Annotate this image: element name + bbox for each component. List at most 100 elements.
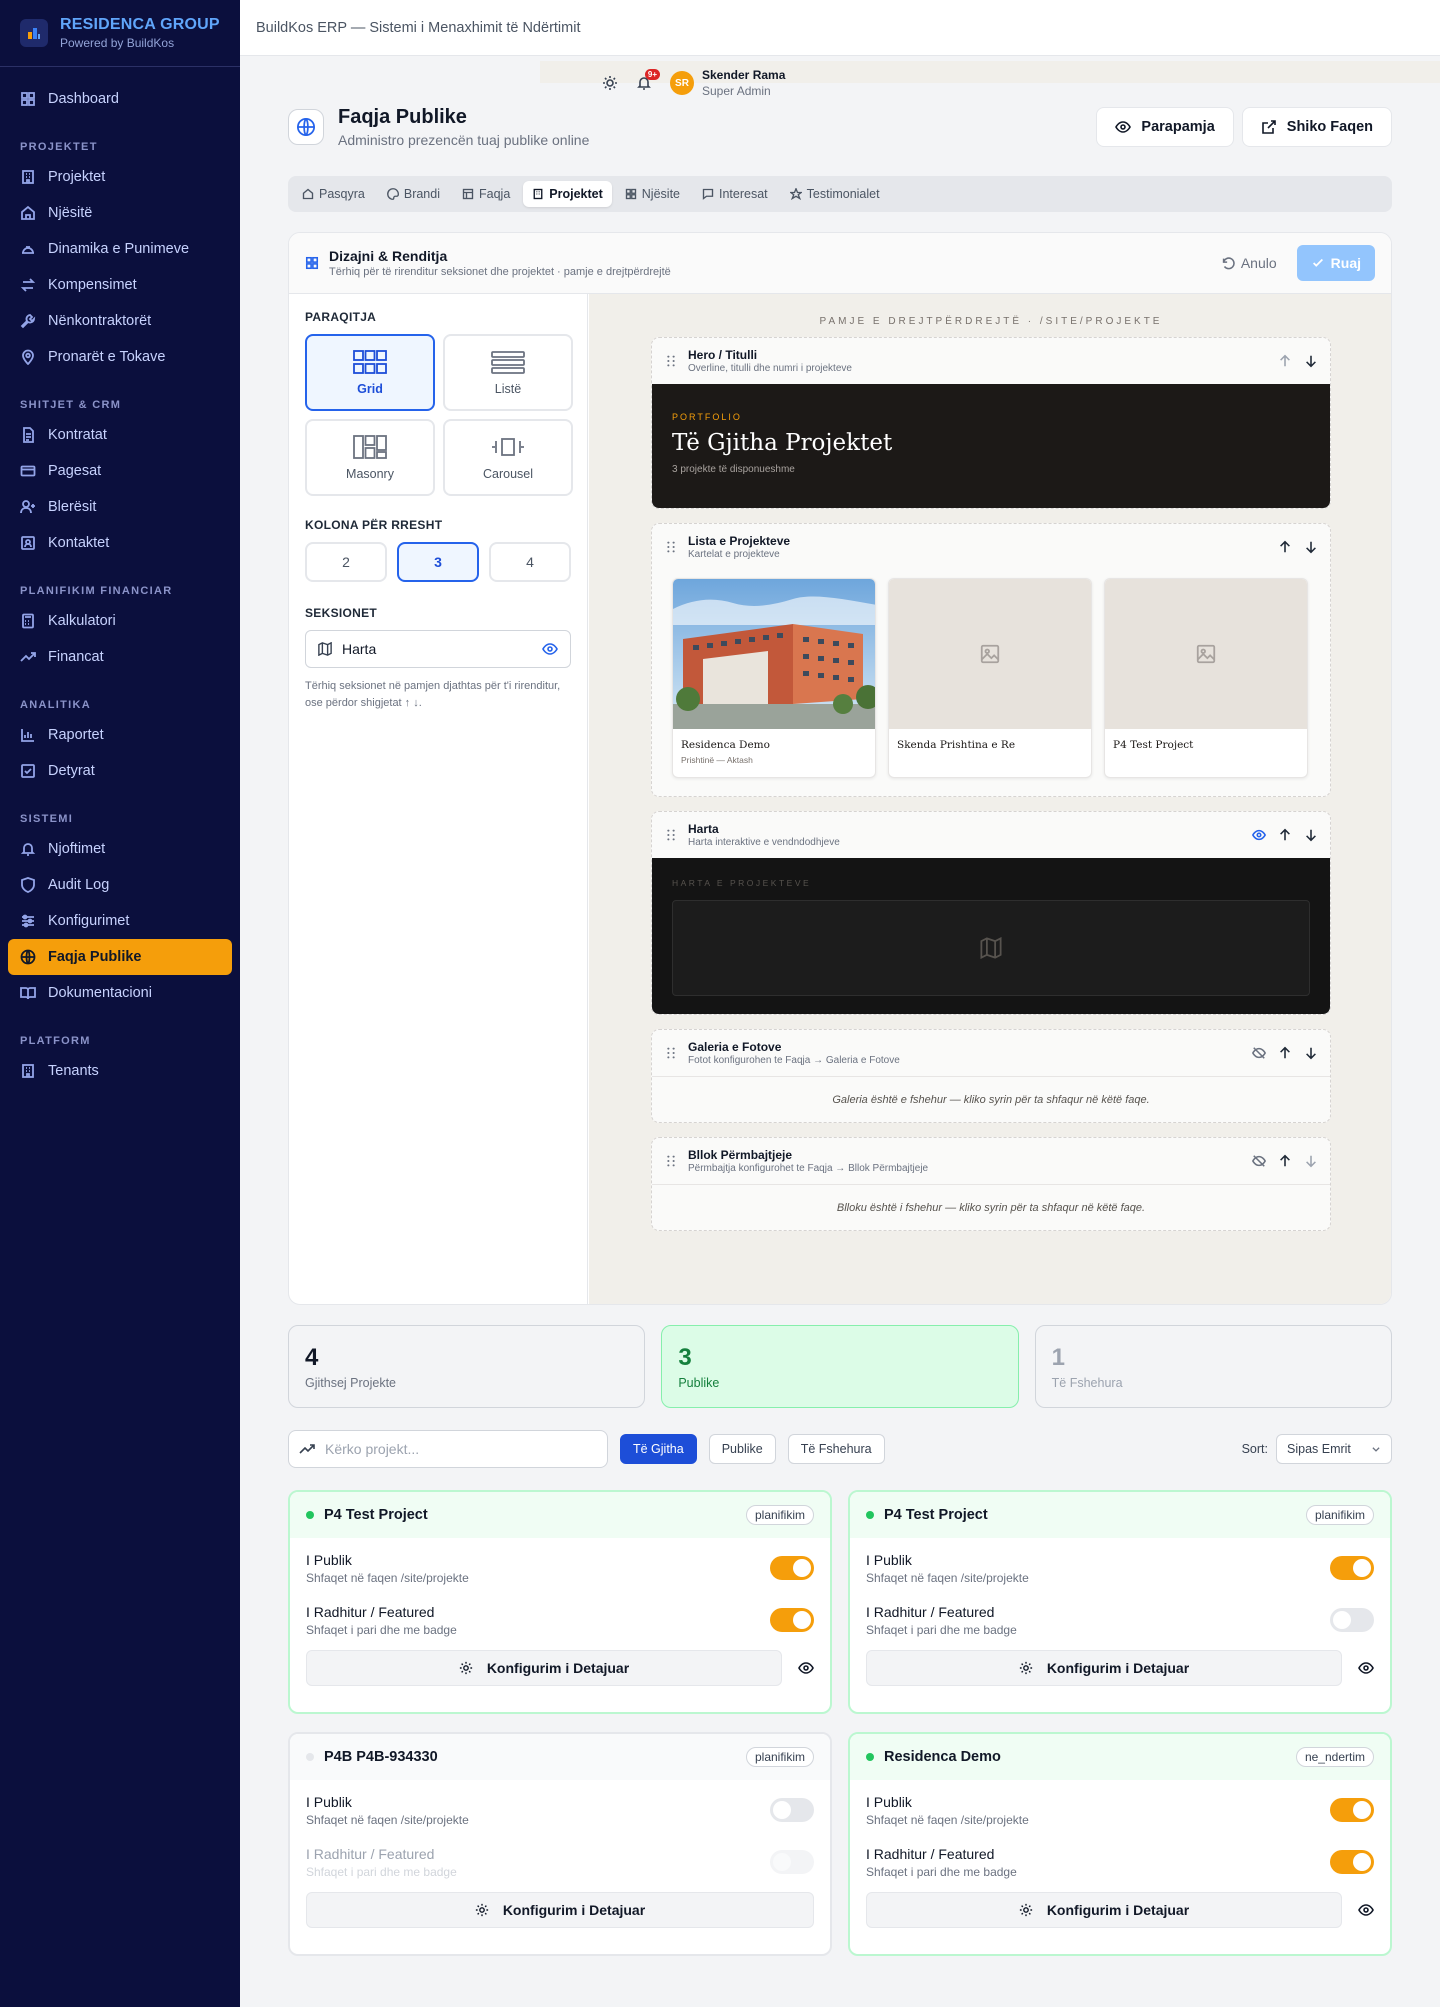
- sidebar-item-faqja-publike[interactable]: Faqja Publike: [8, 939, 232, 975]
- arrow-up-icon[interactable]: [1278, 1046, 1292, 1060]
- tab-testimonialet[interactable]: Testimonialet: [781, 181, 889, 207]
- tab-faqja[interactable]: Faqja: [453, 181, 519, 207]
- brand[interactable]: RESIDENCA GROUP Powered by BuildKos: [0, 0, 240, 67]
- eye-icon[interactable]: [1252, 828, 1266, 842]
- sidebar-item-nenkontraktoret[interactable]: Nënkontraktorët: [8, 303, 232, 339]
- search-input[interactable]: Kërko projekt...: [288, 1430, 608, 1468]
- preview-block-hero[interactable]: Hero / Titulli Overline, titulli dhe numr…: [651, 337, 1331, 509]
- configure-button[interactable]: Konfigurim i Detajuar: [306, 1650, 782, 1686]
- preview-block-projects[interactable]: Lista e ProjekteveKartelat e projekteve: [651, 523, 1331, 797]
- preview-project-card[interactable]: Residenca Demo Prishtinë — Aktash: [672, 578, 876, 778]
- preview-project-card[interactable]: Skenda Prishtina e Re: [888, 578, 1092, 778]
- sidebar-item-dashboard[interactable]: Dashboard: [8, 81, 232, 117]
- sidebar-item-kalkulatori[interactable]: Kalkulatori: [8, 603, 232, 639]
- tab-label: Njësite: [641, 187, 680, 201]
- eye-icon[interactable]: [1358, 1660, 1374, 1676]
- public-toggle[interactable]: [1330, 1556, 1374, 1580]
- sidebar-item-konfigurimet[interactable]: Konfigurimet: [8, 903, 232, 939]
- sidebar-item-financat[interactable]: Financat: [8, 639, 232, 675]
- eye-icon[interactable]: [542, 641, 558, 657]
- sort-select[interactable]: Sipas Emrit: [1276, 1434, 1392, 1464]
- sidebar-item-raportet[interactable]: Raportet: [8, 717, 232, 753]
- tab-brandi[interactable]: Brandi: [378, 181, 449, 207]
- save-button[interactable]: Ruaj: [1296, 245, 1375, 281]
- configure-button[interactable]: Konfigurim i Detajuar: [866, 1892, 1342, 1928]
- sidebar-item-njoftimet[interactable]: Njoftimet: [8, 831, 232, 867]
- tab-projektet[interactable]: Projektet: [523, 181, 612, 207]
- preview-block-map[interactable]: Harta Harta interaktive e vendndodhjeve H…: [651, 811, 1331, 1015]
- arrow-up-icon[interactable]: [1278, 1154, 1292, 1168]
- arrow-down-icon[interactable]: [1304, 828, 1318, 842]
- sun-icon[interactable]: [602, 75, 618, 91]
- sections-hint: Tërhiq seksionet në pamjen djathtas për …: [305, 680, 561, 709]
- drag-handle-icon[interactable]: [664, 1154, 678, 1168]
- configure-button[interactable]: Konfigurim i Detajuar: [306, 1892, 814, 1928]
- sidebar-item-pagesat[interactable]: Pagesat: [8, 453, 232, 489]
- featured-toggle[interactable]: [770, 1608, 814, 1632]
- featured-sublabel: Shfaqet i pari dhe me badge: [866, 1622, 1017, 1637]
- eye-icon[interactable]: [1358, 1902, 1374, 1918]
- sidebar-item-njesite[interactable]: Njësitë: [8, 195, 232, 231]
- tab-njesite[interactable]: Njësite: [616, 181, 689, 207]
- undo-button[interactable]: Anulo: [1213, 255, 1285, 271]
- drag-handle-icon[interactable]: [664, 1046, 678, 1060]
- status-dot: [866, 1511, 874, 1519]
- sidebar-item-kompensimet[interactable]: Kompensimet: [8, 267, 232, 303]
- sidebar-item-tenants[interactable]: Tenants: [8, 1053, 232, 1089]
- sidebar-item-dinamika[interactable]: Dinamika e Punimeve: [8, 231, 232, 267]
- arrow-up-icon[interactable]: [1278, 828, 1292, 842]
- sidebar-item-kontratat[interactable]: Kontratat: [8, 417, 232, 453]
- drag-handle-icon[interactable]: [664, 540, 678, 554]
- sidebar-item-bleresit[interactable]: Blerësit: [8, 489, 232, 525]
- eye-off-icon[interactable]: [1252, 1154, 1266, 1168]
- filter-chip-all[interactable]: Të Gjitha: [620, 1434, 697, 1464]
- sidebar-item-label: Financat: [48, 649, 104, 665]
- columns-option-2[interactable]: 2: [305, 542, 387, 582]
- layout-carousel-option[interactable]: Carousel: [443, 419, 573, 496]
- configure-button[interactable]: Konfigurim i Detajuar: [866, 1650, 1342, 1686]
- featured-toggle[interactable]: [1330, 1608, 1374, 1632]
- featured-toggle[interactable]: [1330, 1850, 1374, 1874]
- preview-block-content[interactable]: Bllok Përmbajtjeje Përmbajtja konfigurohe…: [651, 1137, 1331, 1231]
- layout-masonry-option[interactable]: Masonry: [305, 419, 435, 496]
- columns-label: KOLONA PËR RRESHT: [305, 518, 443, 532]
- layout-list-option[interactable]: Listë: [443, 334, 573, 411]
- drag-handle-icon[interactable]: [664, 828, 678, 842]
- public-toggle[interactable]: [770, 1798, 814, 1822]
- sidebar-item-dokumentacioni[interactable]: Dokumentacioni: [8, 975, 232, 1011]
- sidebar-item-kontaktet[interactable]: Kontaktet: [8, 525, 232, 561]
- arrow-down-icon[interactable]: [1304, 354, 1318, 368]
- eye-off-icon[interactable]: [1252, 1046, 1266, 1060]
- sidebar-item-projektet[interactable]: Projektet: [8, 159, 232, 195]
- filter-chip-public[interactable]: Publike: [708, 1434, 776, 1464]
- sidebar-item-detyrat[interactable]: Detyrat: [8, 753, 232, 789]
- arrow-down-icon[interactable]: [1304, 1046, 1318, 1060]
- masonry-layout-icon: [353, 434, 387, 459]
- arrow-down-icon[interactable]: [1304, 540, 1318, 554]
- drag-handle-icon[interactable]: [664, 354, 678, 368]
- layout-grid-option[interactable]: Grid: [305, 334, 435, 411]
- sidebar-item-pronaret[interactable]: Pronarët e Tokave: [8, 339, 232, 375]
- layout-option-label: Carousel: [482, 466, 534, 481]
- star-icon: [789, 188, 802, 200]
- notifications-button[interactable]: 9+: [636, 69, 660, 91]
- columns-option-3[interactable]: 3: [397, 542, 479, 582]
- public-toggle[interactable]: [770, 1556, 814, 1580]
- arrow-up-icon[interactable]: [1278, 354, 1292, 368]
- tab-pasqyra[interactable]: Pasqyra: [293, 181, 374, 207]
- arrow-down-icon[interactable]: [1304, 1154, 1318, 1168]
- arrow-up-icon[interactable]: [1278, 540, 1292, 554]
- preview-project-card[interactable]: P4 Test Project: [1104, 578, 1308, 778]
- tab-interesat[interactable]: Interesat: [693, 181, 777, 207]
- public-toggle[interactable]: [1330, 1798, 1374, 1822]
- sidebar-item-audit-log[interactable]: Audit Log: [8, 867, 232, 903]
- eye-icon[interactable]: [798, 1660, 814, 1676]
- filter-chip-hidden[interactable]: Të Fshehura: [787, 1434, 885, 1464]
- section-item-harta[interactable]: Harta: [305, 630, 571, 668]
- user-menu[interactable]: SR Skender Rama Super Admin: [670, 68, 785, 98]
- view-page-button[interactable]: Shiko Faqen: [1241, 107, 1392, 147]
- preview-block-gallery[interactable]: Galeria e Fotove Fotot konfigurohen te Fa…: [651, 1029, 1331, 1123]
- hidden-note: Blloku është i fshehur — kliko syrin për…: [652, 1184, 1330, 1230]
- columns-option-4[interactable]: 4: [489, 542, 571, 582]
- preview-button[interactable]: Parapamja: [1096, 107, 1234, 147]
